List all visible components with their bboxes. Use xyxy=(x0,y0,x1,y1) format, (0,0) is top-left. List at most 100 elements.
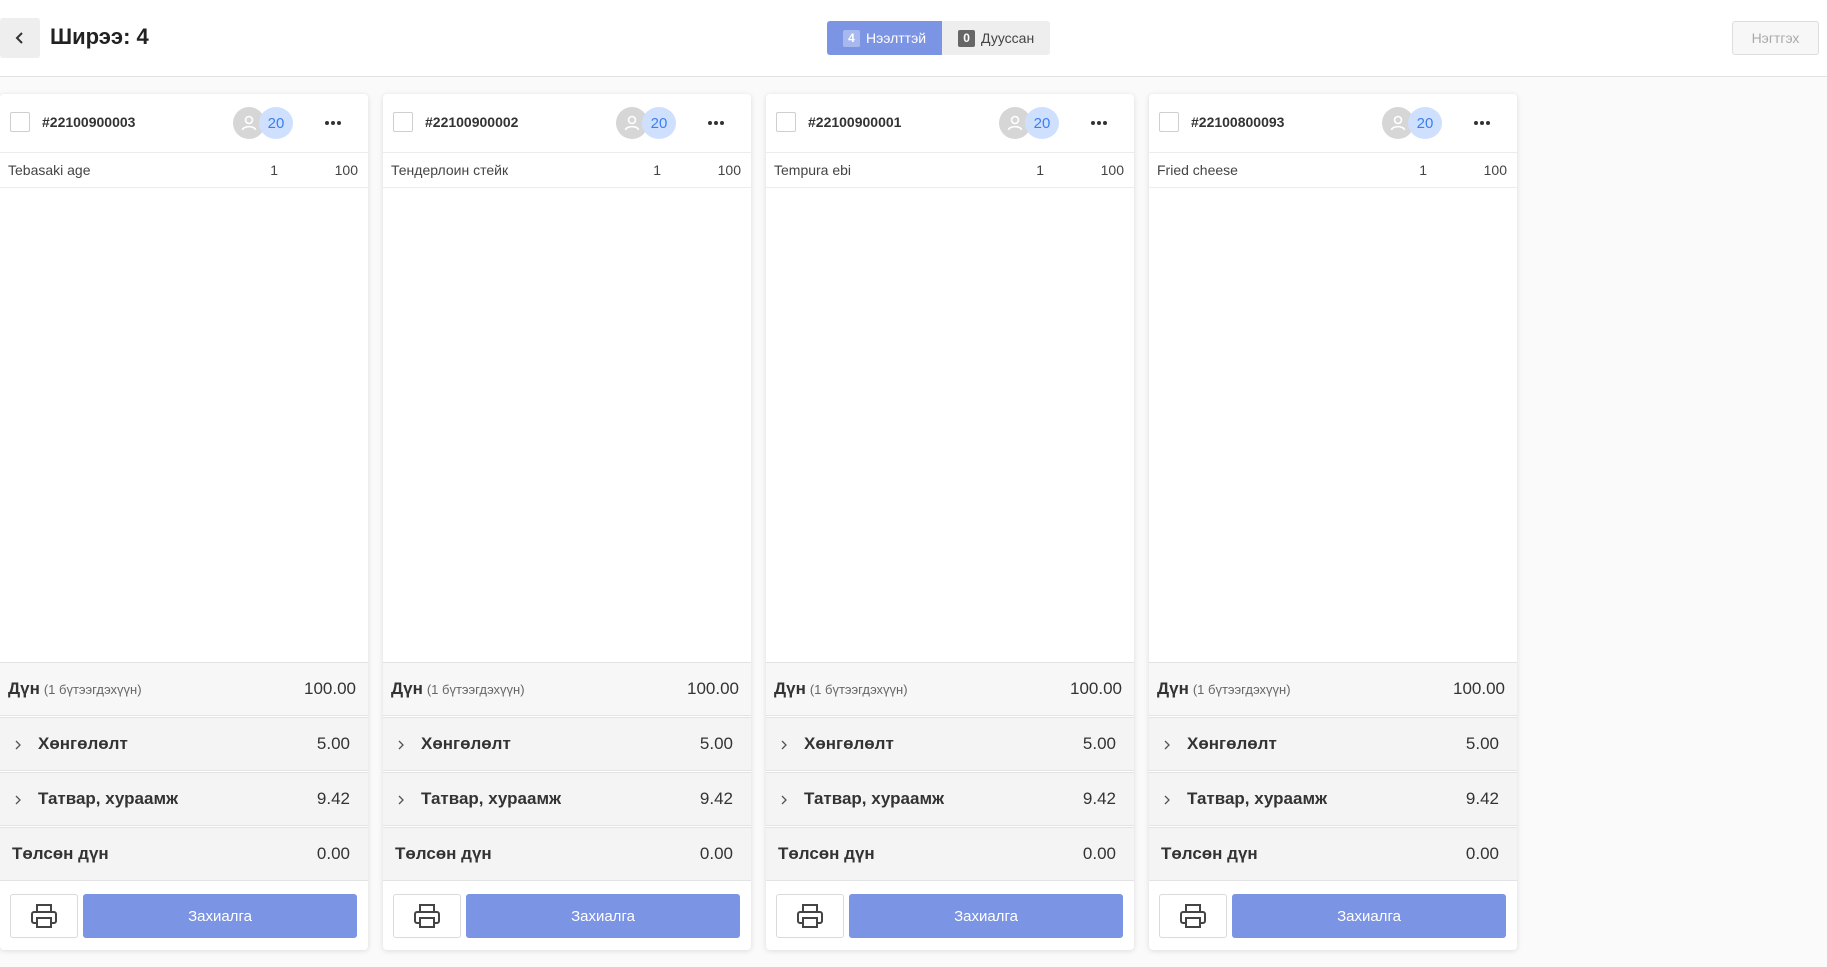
tax-row[interactable]: Татвар, хураамж 9.42 xyxy=(766,772,1134,826)
total-value: 100.00 xyxy=(687,679,739,698)
paid-row: Төлсөн дүн 0.00 xyxy=(383,827,751,881)
card-footer: Захиалга xyxy=(0,882,368,950)
paid-value: 0.00 xyxy=(316,844,350,863)
total-label: Дүн (1 бүтээгдэхүүн) xyxy=(1157,679,1291,698)
join-button[interactable]: Нэгтгэх xyxy=(1732,21,1819,55)
list-item[interactable]: Fried cheese 1 100 xyxy=(1149,153,1517,188)
total-row: Дүн (1 бүтээгдэхүүн) 100.00 xyxy=(766,662,1134,716)
card-footer: Захиалга xyxy=(766,882,1134,950)
tax-label: Татвар, хураамж xyxy=(421,789,562,808)
discount-value: 5.00 xyxy=(699,734,733,753)
list-item[interactable]: Tebasaki age 1 100 xyxy=(0,153,368,188)
discount-label: Хөнгөлөлт xyxy=(421,734,511,753)
more-icon[interactable] xyxy=(1084,111,1114,135)
tab-open-count: 4 xyxy=(843,29,860,47)
discount-label: Хөнгөлөлт xyxy=(38,734,128,753)
select-checkbox[interactable] xyxy=(1159,112,1179,132)
print-button[interactable] xyxy=(393,894,461,938)
total-value: 100.00 xyxy=(304,679,356,698)
chevron-left-icon xyxy=(15,32,23,44)
tax-row[interactable]: Татвар, хураамж 9.42 xyxy=(0,772,368,826)
order-card: #22100900001 20 Tempura ebi 1 100 Дүн (1… xyxy=(766,94,1134,950)
order-button[interactable]: Захиалга xyxy=(83,894,357,938)
select-checkbox[interactable] xyxy=(776,112,796,132)
order-button[interactable]: Захиалга xyxy=(466,894,740,938)
total-sub: (1 бүтээгдэхүүн) xyxy=(809,682,908,697)
more-icon[interactable] xyxy=(1467,111,1497,135)
chevron-right-icon xyxy=(15,740,21,750)
discount-row[interactable]: Хөнгөлөлт 5.00 xyxy=(0,717,368,771)
discount-row[interactable]: Хөнгөлөлт 5.00 xyxy=(1149,717,1517,771)
order-id: #22100900002 xyxy=(425,114,519,130)
tab-finished[interactable]: 0 Дууссан xyxy=(942,21,1050,55)
total-sub: (1 бүтээгдэхүүн) xyxy=(1192,682,1291,697)
guest-badge: 20 xyxy=(1408,107,1442,139)
total-value: 100.00 xyxy=(1453,679,1505,698)
paid-value: 0.00 xyxy=(1465,844,1499,863)
discount-value: 5.00 xyxy=(1082,734,1116,753)
chevron-right-icon xyxy=(781,795,787,805)
print-button[interactable] xyxy=(10,894,78,938)
guest-badge: 20 xyxy=(1025,107,1059,139)
tab-open-label: Нээлттэй xyxy=(866,30,927,46)
guest-badge: 20 xyxy=(642,107,676,139)
discount-row[interactable]: Хөнгөлөлт 5.00 xyxy=(383,717,751,771)
tax-value: 9.42 xyxy=(316,789,350,808)
item-name: Tebasaki age xyxy=(8,162,91,178)
chevron-right-icon xyxy=(15,795,21,805)
print-button[interactable] xyxy=(776,894,844,938)
order-button[interactable]: Захиалга xyxy=(849,894,1123,938)
order-id: #22100900001 xyxy=(808,114,902,130)
list-item[interactable]: Tempura ebi 1 100 xyxy=(766,153,1134,188)
total-value: 100.00 xyxy=(1070,679,1122,698)
paid-label: Төлсөн дүн xyxy=(1161,844,1258,863)
discount-value: 5.00 xyxy=(1465,734,1499,753)
paid-value: 0.00 xyxy=(1082,844,1116,863)
item-name: Tempura ebi xyxy=(774,162,852,178)
discount-label: Хөнгөлөлт xyxy=(1187,734,1277,753)
discount-row[interactable]: Хөнгөлөлт 5.00 xyxy=(766,717,1134,771)
chevron-right-icon xyxy=(1164,740,1170,750)
chevron-right-icon xyxy=(398,795,404,805)
item-price: 100 xyxy=(1100,162,1124,178)
list-item[interactable]: Тендерлоин стейк 1 100 xyxy=(383,153,751,188)
summary: Дүн (1 бүтээгдэхүүн) 100.00 Хөнгөлөлт 5.0… xyxy=(766,662,1134,882)
order-card: #22100800093 20 Fried cheese 1 100 Дүн (… xyxy=(1149,94,1517,950)
paid-label: Төлсөн дүн xyxy=(395,844,492,863)
item-qty: 1 xyxy=(1036,162,1044,178)
select-checkbox[interactable] xyxy=(393,112,413,132)
item-name: Тендерлоин стейк xyxy=(391,162,509,178)
order-button[interactable]: Захиалга xyxy=(1232,894,1506,938)
item-qty: 1 xyxy=(653,162,661,178)
item-price: 100 xyxy=(1483,162,1507,178)
tax-row[interactable]: Татвар, хураамж 9.42 xyxy=(1149,772,1517,826)
paid-row: Төлсөн дүн 0.00 xyxy=(0,827,368,881)
order-card: #22100900003 20 Tebasaki age 1 100 Дүн (… xyxy=(0,94,368,950)
back-button[interactable] xyxy=(0,18,40,58)
printer-icon xyxy=(31,904,57,928)
card-footer: Захиалга xyxy=(383,882,751,950)
more-icon[interactable] xyxy=(701,111,731,135)
item-qty: 1 xyxy=(270,162,278,178)
total-label: Дүн (1 бүтээгдэхүүн) xyxy=(391,679,525,698)
order-card: #22100900002 20 Тендерлоин стейк 1 100 Д… xyxy=(383,94,751,950)
total-row: Дүн (1 бүтээгдэхүүн) 100.00 xyxy=(383,662,751,716)
tax-value: 9.42 xyxy=(1082,789,1116,808)
total-label: Дүн (1 бүтээгдэхүүн) xyxy=(8,679,142,698)
tab-open[interactable]: 4 Нээлттэй xyxy=(827,21,943,55)
printer-icon xyxy=(1180,904,1206,928)
card-header: #22100900001 20 xyxy=(766,94,1134,153)
print-button[interactable] xyxy=(1159,894,1227,938)
total-sub: (1 бүтээгдэхүүн) xyxy=(426,682,525,697)
card-header: #22100900002 20 xyxy=(383,94,751,153)
total-label: Дүн (1 бүтээгдэхүүн) xyxy=(774,679,908,698)
tax-label: Татвар, хураамж xyxy=(1187,789,1328,808)
tab-finished-label: Дууссан xyxy=(981,30,1035,46)
card-footer: Захиалга xyxy=(1149,882,1517,950)
item-qty: 1 xyxy=(1419,162,1427,178)
printer-icon xyxy=(414,904,440,928)
more-icon[interactable] xyxy=(318,111,348,135)
summary: Дүн (1 бүтээгдэхүүн) 100.00 Хөнгөлөлт 5.0… xyxy=(0,662,368,882)
tax-row[interactable]: Татвар, хураамж 9.42 xyxy=(383,772,751,826)
select-checkbox[interactable] xyxy=(10,112,30,132)
